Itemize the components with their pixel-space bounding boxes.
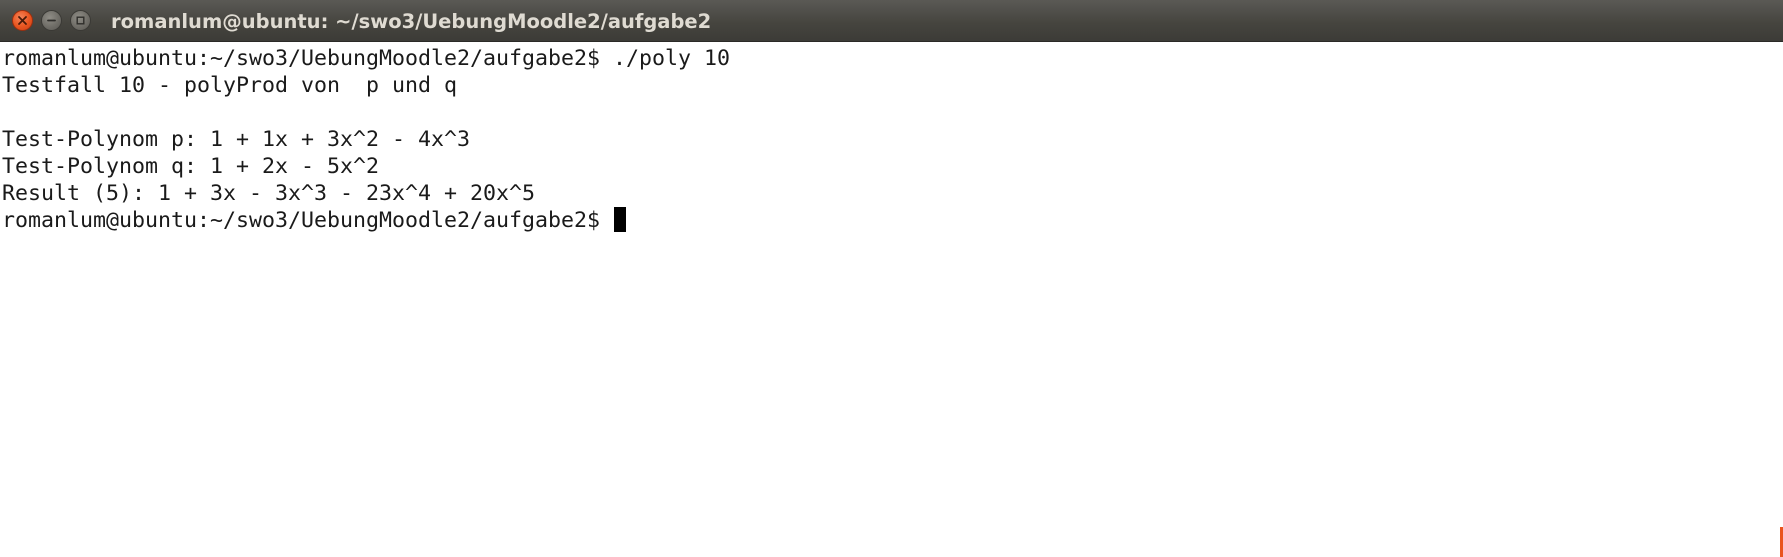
terminal-line-polynom-q: Test-Polynom q: 1 + 2x - 5x^2: [2, 154, 380, 179]
close-icon: [18, 16, 27, 25]
terminal-prompt-line[interactable]: romanlum@ubuntu:~/swo3/UebungMoodle2/auf…: [2, 207, 1783, 234]
maximize-button[interactable]: [70, 10, 91, 31]
terminal-line-polynom-p: Test-Polynom p: 1 + 1x + 3x^2 - 4x^3: [2, 127, 471, 152]
terminal-window: romanlum@ubuntu: ~/swo3/UebungMoodle2/au…: [0, 0, 1783, 557]
maximize-icon: [76, 16, 85, 25]
terminal-line-result: Result (5): 1 + 3x - 3x^3 - 23x^4 + 20x^…: [2, 181, 536, 206]
minimize-button[interactable]: [41, 10, 62, 31]
text-cursor: [614, 207, 627, 232]
minimize-icon: [47, 19, 56, 22]
close-button[interactable]: [12, 10, 33, 31]
terminal-line-testcase: Testfall 10 - polyProd von p und q: [2, 73, 458, 98]
terminal-output[interactable]: romanlum@ubuntu:~/swo3/UebungMoodle2/auf…: [2, 45, 1783, 557]
window-title: romanlum@ubuntu: ~/swo3/UebungMoodle2/au…: [111, 10, 712, 33]
shell-prompt: romanlum@ubuntu:~/swo3/UebungMoodle2/auf…: [2, 208, 614, 233]
terminal-line-command: romanlum@ubuntu:~/swo3/UebungMoodle2/auf…: [2, 46, 731, 71]
title-bar[interactable]: romanlum@ubuntu: ~/swo3/UebungMoodle2/au…: [0, 0, 1783, 42]
